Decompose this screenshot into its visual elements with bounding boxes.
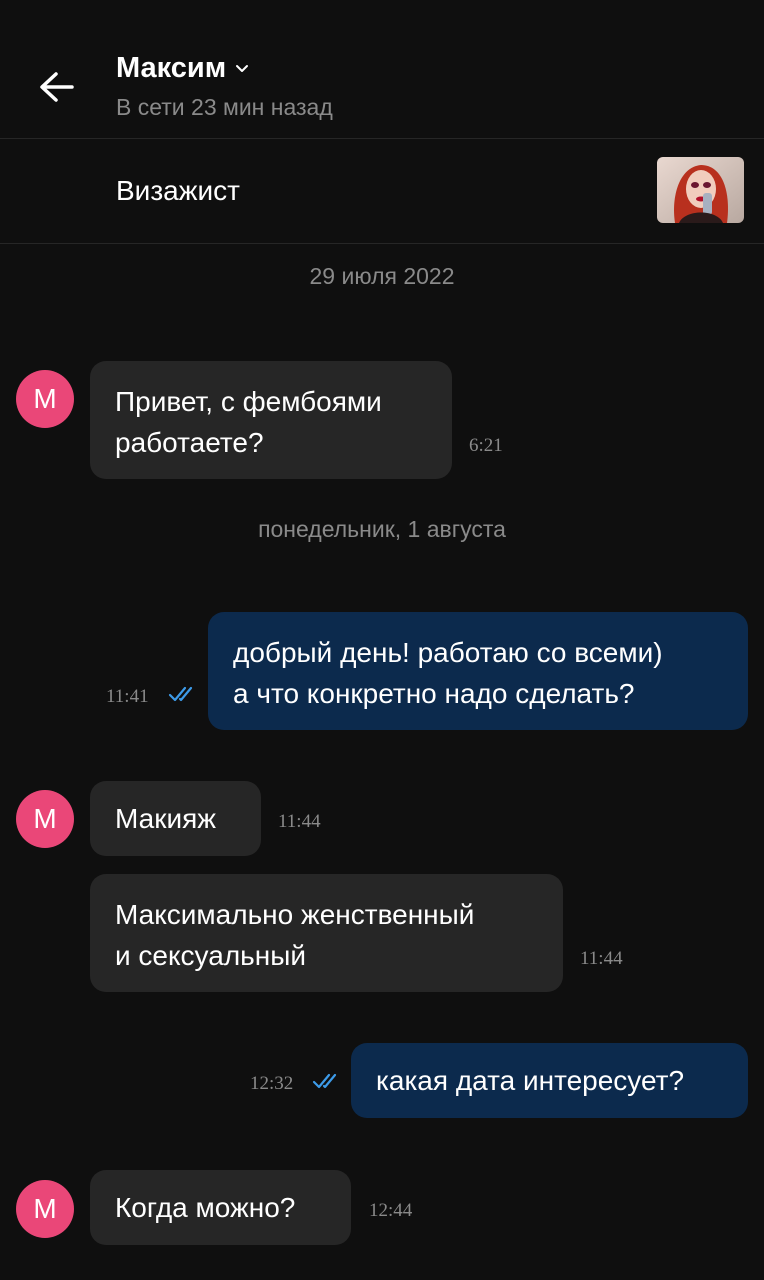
contact-status: В сети 23 мин назад (116, 94, 333, 120)
avatar[interactable]: M (16, 790, 74, 848)
chevron-down-icon (236, 64, 249, 72)
avatar[interactable]: M (16, 1180, 74, 1238)
message-time: 6:21 (469, 435, 503, 456)
message-time: 12:44 (369, 1200, 413, 1221)
avatar[interactable]: M (16, 370, 74, 428)
back-button[interactable] (32, 62, 82, 112)
chat-header: Максим В сети 23 мин назад (0, 0, 764, 139)
message-time: 12:32 (250, 1073, 294, 1094)
double-check-icon (168, 686, 193, 702)
message-incoming[interactable]: Когда можно? (90, 1170, 351, 1245)
message-time: 11:44 (278, 811, 321, 832)
message-incoming[interactable]: Привет, с фембоями работаете? (90, 361, 452, 479)
message-outgoing[interactable]: добрый день! работаю со всеми) а что кон… (208, 612, 748, 730)
message-incoming[interactable]: Максимально женственный и сексуальный (90, 874, 563, 992)
date-separator: понедельник, 1 августа (258, 516, 506, 542)
arrow-left-icon (40, 72, 74, 102)
message-outgoing[interactable]: какая дата интересует? (351, 1043, 748, 1118)
contact-name: Максим (116, 52, 227, 84)
contact-name-button[interactable]: Максим (116, 52, 250, 85)
double-check-icon (312, 1073, 337, 1089)
listing-card[interactable]: Визажист (0, 139, 764, 244)
message-incoming[interactable]: Макияж (90, 781, 261, 856)
listing-thumbnail (657, 157, 744, 223)
message-time: 11:41 (106, 686, 149, 707)
listing-title: Визажист (116, 175, 240, 206)
date-separator: 29 июля 2022 (309, 263, 455, 289)
message-time: 11:44 (580, 948, 623, 969)
